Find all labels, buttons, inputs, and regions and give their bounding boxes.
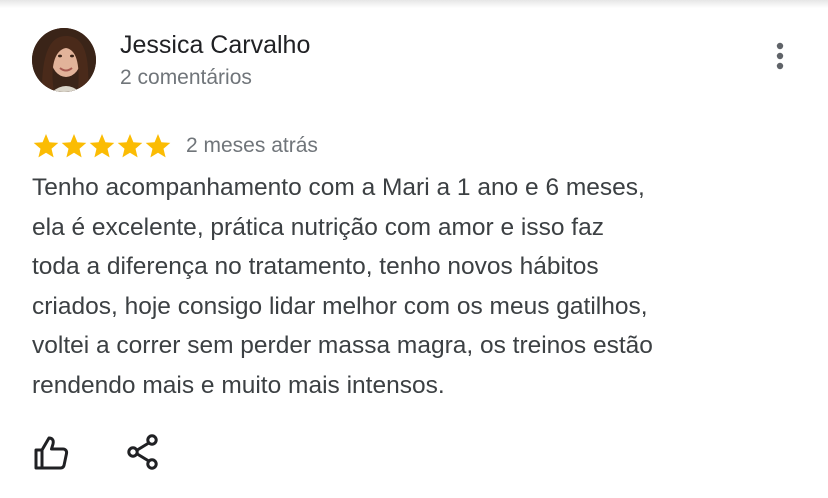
star-icon [89,134,115,158]
author-review-count: 2 comentários [120,66,252,89]
star-rating [32,132,172,160]
more-vert-icon [776,42,784,70]
share-button[interactable] [126,434,160,470]
top-shadow [0,0,828,8]
star-icon [61,134,87,158]
like-button[interactable] [32,434,70,472]
review-date: 2 meses atrás [186,134,318,157]
more-options-button[interactable] [764,36,796,76]
star-icon [33,134,59,158]
review-text-line: voltei a correr sem perder massa magra, … [32,332,653,359]
author-name[interactable]: Jessica Carvalho [120,31,310,60]
star-icon [117,134,143,158]
thumb-up-icon [34,436,69,470]
rating-row: 2 meses atrás [32,131,318,161]
review-text-line: toda a diferença no tratamento, tenho no… [32,253,599,280]
star-icon [145,134,171,158]
review-text-line: rendendo mais e muito mais intensos. [32,371,445,399]
avatar[interactable] [32,28,96,92]
avatar-photo [32,28,96,92]
review-text: Tenho acompanhamento com a Mari a 1 ano … [32,168,772,405]
review-text-line: criados, hoje consigo lidar melhor com o… [32,292,648,320]
review-text-line: Tenho acompanhamento com a Mari a 1 ano … [32,174,645,201]
review-text-line: ela é excelente, prática nutrição com am… [32,213,604,241]
share-icon [127,434,158,470]
